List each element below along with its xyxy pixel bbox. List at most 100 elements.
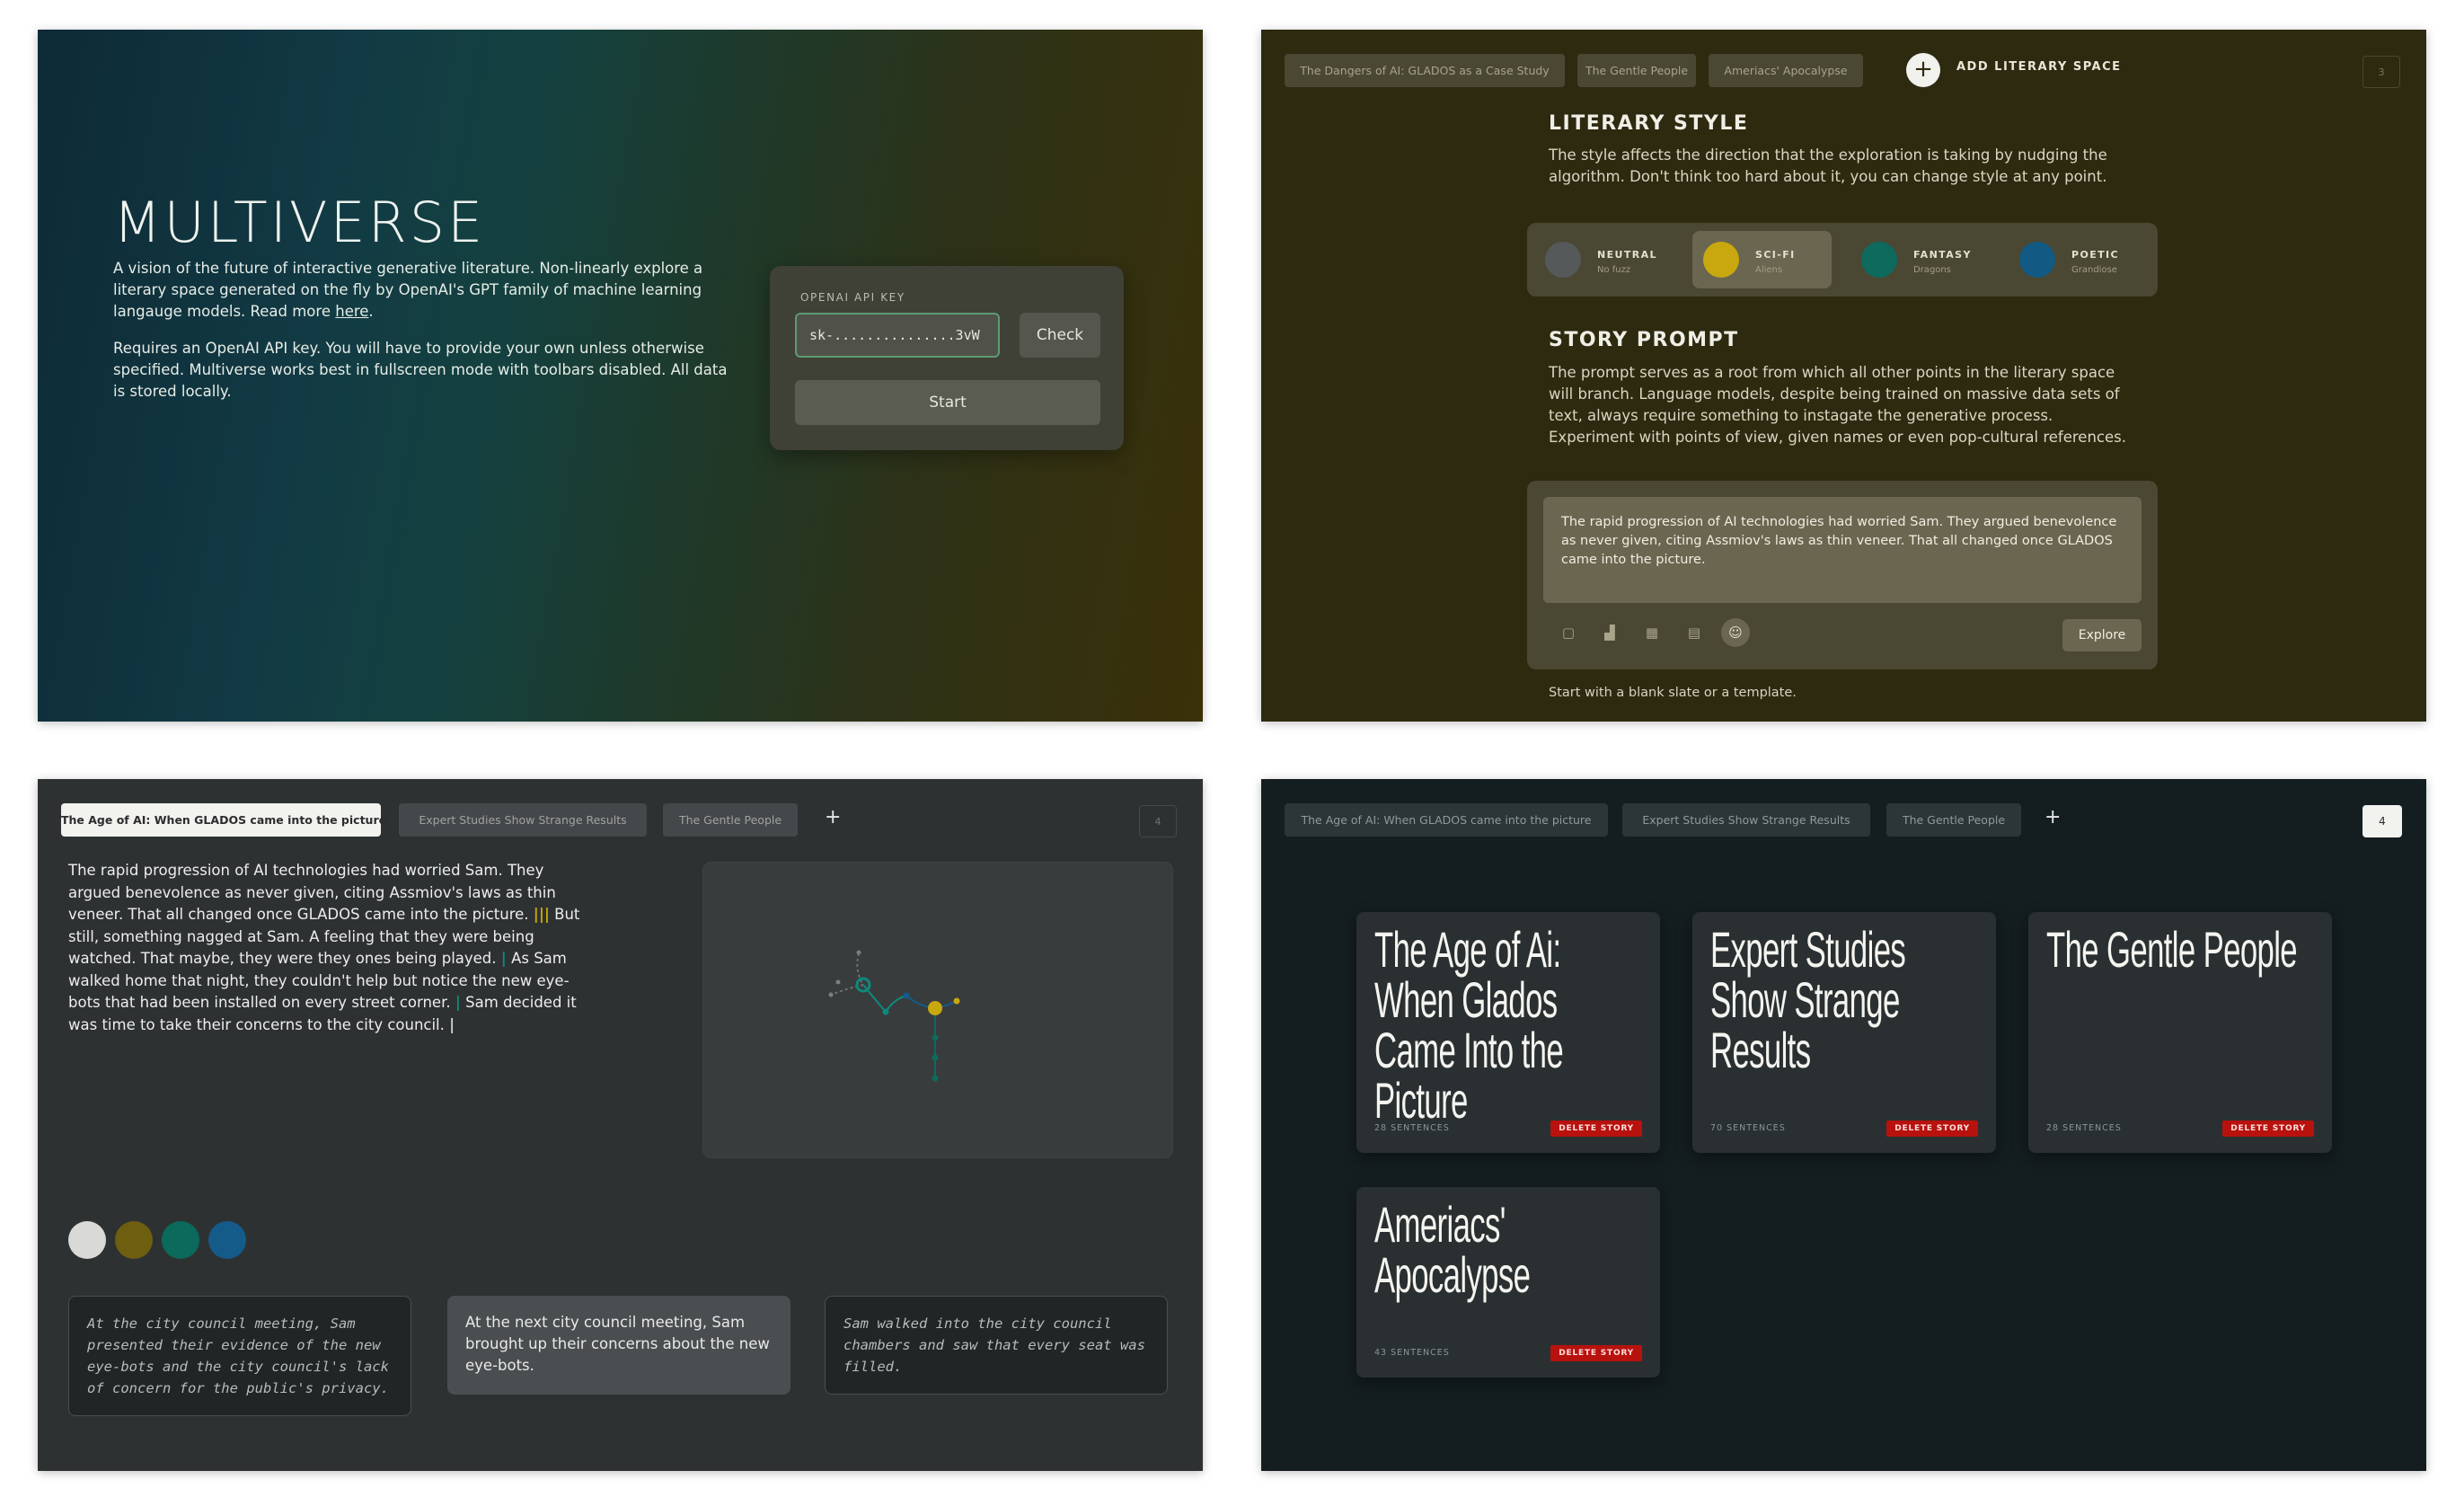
story-card[interactable]: The Gentle People 28 SENTENCES DELETE ST… bbox=[2028, 912, 2332, 1153]
prompt-textarea[interactable]: The rapid progression of AI technologies… bbox=[1543, 497, 2142, 603]
tab-gentle-people[interactable]: The Gentle People bbox=[1886, 803, 2021, 837]
explore-button[interactable]: Explore bbox=[2062, 619, 2142, 651]
sci-fi-swatch[interactable] bbox=[115, 1221, 153, 1259]
story-prompt-heading: STORY PROMPT bbox=[1549, 329, 1739, 351]
style-poetic[interactable]: POETIC Grandiose bbox=[2009, 231, 2148, 288]
app-title: MULTIVERSE bbox=[113, 190, 486, 255]
sentence-count: 28 SENTENCES bbox=[1374, 1123, 1450, 1133]
delete-story-button[interactable]: DELETE STORY bbox=[1886, 1121, 1978, 1137]
graph-node bbox=[828, 992, 834, 997]
style-sub: No fuzz bbox=[1597, 265, 1631, 275]
story-card-title: The Gentle People bbox=[2046, 921, 2298, 978]
add-tab-icon[interactable]: + bbox=[825, 806, 841, 828]
library-panel: The Age of AI: When GLADOS came into the… bbox=[1261, 779, 2426, 1471]
style-sub: Aliens bbox=[1755, 265, 1783, 275]
reader-panel: The Age of AI: When GLADOS came into the… bbox=[38, 779, 1203, 1471]
intro-panel: MULTIVERSE A vision of the future of int… bbox=[38, 30, 1203, 722]
api-key-label: OPENAI API KEY bbox=[800, 291, 905, 304]
space-counter: 3 bbox=[2362, 56, 2400, 88]
poetic-swatch[interactable] bbox=[208, 1221, 246, 1259]
add-literary-space-label[interactable]: ADD LITERARY SPACE bbox=[1956, 60, 2122, 74]
graph-node bbox=[835, 979, 841, 985]
story-card-title: The Age of Ai: When Glados Came Into the… bbox=[1374, 921, 1564, 1129]
api-key-panel: OPENAI API KEY sk-...............3vW Che… bbox=[770, 266, 1124, 450]
intro-text-end: . bbox=[368, 303, 374, 320]
space-counter: 4 bbox=[2362, 805, 2402, 837]
literary-style-heading: LITERARY STYLE bbox=[1549, 112, 1749, 135]
list-template-icon[interactable]: ▤ bbox=[1680, 618, 1709, 647]
style-name: POETIC bbox=[2071, 249, 2119, 261]
setup-panel: The Dangers of AI: GLADOS as a Case Stud… bbox=[1261, 30, 2426, 722]
graph-node bbox=[932, 1054, 939, 1061]
add-literary-space-button[interactable]: + bbox=[1906, 53, 1940, 87]
story-prompt-text: The prompt serves as a root from which a… bbox=[1549, 364, 2126, 446]
delete-story-button[interactable]: DELETE STORY bbox=[1550, 1345, 1642, 1361]
literary-style-text: The style affects the direction that the… bbox=[1549, 146, 2107, 185]
tab-expert-studies[interactable]: Expert Studies Show Strange Results bbox=[399, 803, 647, 837]
story-graph-svg bbox=[828, 950, 960, 1082]
style-name: NEUTRAL bbox=[1597, 249, 1657, 261]
intro-text: A vision of the future of interactive ge… bbox=[113, 260, 703, 320]
sentence-count: 28 SENTENCES bbox=[2046, 1123, 2122, 1133]
delete-story-button[interactable]: DELETE STORY bbox=[1550, 1121, 1642, 1137]
tab-dangers-of-ai[interactable]: The Dangers of AI: GLADOS as a Case Stud… bbox=[1285, 54, 1565, 87]
tab-age-of-ai[interactable]: The Age of AI: When GLADOS came into the… bbox=[61, 803, 386, 837]
space-counter: 4 bbox=[1139, 805, 1177, 837]
grid-template-icon[interactable]: ▦ bbox=[1638, 618, 1666, 647]
fantasy-color-icon bbox=[1861, 242, 1897, 278]
check-button[interactable]: Check bbox=[1020, 313, 1100, 358]
story-graph[interactable] bbox=[702, 862, 1173, 1158]
prompt-editor: The rapid progression of AI technologies… bbox=[1527, 481, 2158, 669]
graph-node bbox=[903, 992, 910, 999]
delete-story-button[interactable]: DELETE STORY bbox=[2222, 1121, 2314, 1137]
tab-ameriacs-apocalypse[interactable]: Ameriacs' Apocalypse bbox=[1709, 54, 1863, 87]
style-selector: NEUTRAL No fuzz SCI-FI Aliens FANTASY Dr… bbox=[1527, 223, 2158, 297]
sci-fi-color-icon bbox=[1703, 242, 1739, 278]
style-sub: Dragons bbox=[1913, 265, 1951, 275]
api-key-input[interactable]: sk-...............3vW bbox=[795, 313, 1000, 358]
api-requirement-text: Requires an OpenAI API key. You will hav… bbox=[113, 340, 728, 400]
poetic-color-icon bbox=[2019, 242, 2055, 278]
tab-expert-studies[interactable]: Expert Studies Show Strange Results bbox=[1622, 803, 1870, 837]
graph-node bbox=[953, 997, 960, 1005]
style-name: SCI-FI bbox=[1755, 249, 1796, 261]
fantasy-separator-icon: | bbox=[455, 994, 461, 1011]
fantasy-separator-icon: | bbox=[500, 950, 507, 967]
story-part[interactable]: The rapid progression of AI technologies… bbox=[68, 862, 556, 923]
story-text: The rapid progression of AI technologies… bbox=[68, 860, 598, 1036]
story-card-title: Expert Studies Show Strange Results bbox=[1710, 921, 1906, 1078]
sci-fi-separator-icon: ||| bbox=[533, 906, 550, 923]
style-neutral[interactable]: NEUTRAL No fuzz bbox=[1534, 231, 1674, 288]
neutral-separator-icon: | bbox=[449, 1015, 455, 1033]
sentence-count: 43 SENTENCES bbox=[1374, 1348, 1450, 1358]
continuation-option-neutral[interactable]: At the next city council meeting, Sam br… bbox=[447, 1296, 790, 1395]
graph-node bbox=[932, 1034, 939, 1041]
read-more-link[interactable]: here bbox=[335, 303, 368, 320]
style-name: FANTASY bbox=[1913, 249, 1972, 261]
story-card[interactable]: Expert Studies Show Strange Results 70 S… bbox=[1692, 912, 1996, 1153]
graph-node bbox=[932, 1075, 939, 1082]
tab-age-of-ai[interactable]: The Age of AI: When GLADOS came into the… bbox=[1285, 803, 1608, 837]
face-template-icon[interactable]: ☺ bbox=[1721, 618, 1750, 647]
tab-gentle-people[interactable]: The Gentle People bbox=[663, 803, 798, 837]
story-card[interactable]: The Age of Ai: When Glados Came Into the… bbox=[1356, 912, 1660, 1153]
continuation-option-fantasy[interactable]: Sam walked into the city council chamber… bbox=[825, 1296, 1168, 1395]
tab-gentle-people[interactable]: The Gentle People bbox=[1577, 54, 1696, 87]
add-tab-icon[interactable]: + bbox=[2045, 806, 2061, 828]
story-card[interactable]: Ameriacs' Apocalypse 43 SENTENCES DELETE… bbox=[1356, 1187, 1660, 1378]
style-fantasy[interactable]: FANTASY Dragons bbox=[1850, 231, 1990, 288]
style-sub: Grandiose bbox=[2071, 265, 2117, 275]
continuation-option-poetic[interactable]: At the city council meeting, Sam present… bbox=[68, 1296, 411, 1416]
blank-template-icon[interactable]: ▢ bbox=[1554, 618, 1583, 647]
template-hint: Start with a blank slate or a template. bbox=[1549, 686, 1797, 700]
story-card-title: Ameriacs' Apocalypse bbox=[1374, 1196, 1531, 1303]
sentence-count: 70 SENTENCES bbox=[1710, 1123, 1786, 1133]
graph-node bbox=[882, 1008, 889, 1015]
neutral-swatch[interactable] bbox=[68, 1221, 106, 1259]
graph-node bbox=[928, 1001, 942, 1015]
start-button[interactable]: Start bbox=[795, 380, 1100, 425]
fantasy-swatch[interactable] bbox=[162, 1221, 199, 1259]
graph-node bbox=[856, 950, 861, 955]
style-sci-fi[interactable]: SCI-FI Aliens bbox=[1692, 231, 1832, 288]
chart-template-icon[interactable]: ▟ bbox=[1595, 618, 1624, 647]
